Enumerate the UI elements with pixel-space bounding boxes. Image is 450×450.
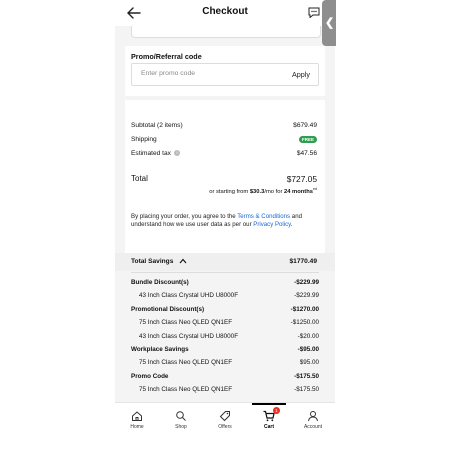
tab-account[interactable]: Account xyxy=(291,403,335,439)
info-icon[interactable]: i xyxy=(173,150,180,156)
privacy-link[interactable]: Privacy Policy xyxy=(253,221,290,228)
legal-notice: By placing your order, you agree to the … xyxy=(131,213,302,228)
promo-code-input[interactable]: Enter promo code Apply xyxy=(131,63,319,86)
promo-title: Promo/Referral code xyxy=(131,52,202,61)
subtotal-label: Subtotal (2 items) xyxy=(131,122,183,129)
promo-placeholder: Enter promo code xyxy=(141,70,196,77)
total-row: Total $727.05 or starting from $30.3/mo … xyxy=(125,174,325,198)
cart-count-badge: 1 xyxy=(273,407,280,414)
total-value: $727.05 xyxy=(286,174,317,184)
savings-label: Total Savings xyxy=(131,258,174,265)
savings-row-label: Workplace Savings xyxy=(131,346,189,353)
tax-value: $47.56 xyxy=(296,150,317,157)
tax-label: Estimated tax xyxy=(131,150,171,157)
tab-label: Offers xyxy=(218,424,232,430)
divider xyxy=(131,272,319,273)
tab-label: Cart xyxy=(263,424,274,430)
tab-label: Home xyxy=(130,424,144,430)
tab-offers[interactable]: Offers xyxy=(203,403,247,439)
savings-row-value: -$229.99 xyxy=(294,292,319,300)
chevron-left-icon: ❮ xyxy=(325,17,335,29)
active-tab-indicator xyxy=(252,403,286,405)
savings-row-value: -$1270.00 xyxy=(290,305,319,313)
savings-row-label: 43 Inch Class Crystal UHD U8000F xyxy=(139,332,239,340)
apply-button[interactable]: Apply xyxy=(292,70,310,79)
financing-text: or starting from $30.3/mo for 24 monthse… xyxy=(209,187,317,195)
savings-row-label: Promo Code xyxy=(131,372,169,380)
savings-row-label: 75 Inch Class Neo QLED QN1EF xyxy=(139,319,233,327)
home-icon xyxy=(132,411,142,421)
savings-row-label: 75 Inch Class Neo QLED QN1EF xyxy=(139,359,233,367)
savings-row-value: -$1250.00 xyxy=(290,319,319,327)
subtotal-value: $679.49 xyxy=(293,122,317,129)
savings-row-value: -$229.99 xyxy=(294,279,319,286)
side-panel-handle[interactable]: ❮ xyxy=(322,0,336,46)
tab-label: Account xyxy=(303,424,323,430)
page-title: Checkout xyxy=(202,6,248,17)
promo-section: Promo/Referral code Enter promo code App… xyxy=(125,46,325,96)
previous-card xyxy=(131,26,321,38)
savings-row-value: -$175.50 xyxy=(294,372,319,380)
person-icon xyxy=(308,411,318,422)
chevron-up-icon[interactable] xyxy=(179,258,187,264)
order-summary: Subtotal (2 items) $679.49 Shipping FREE… xyxy=(125,100,325,254)
savings-row-value: $95.00 xyxy=(299,359,319,367)
tab-cart[interactable]: 1 Cart xyxy=(247,403,291,439)
tab-shop[interactable]: Shop xyxy=(159,403,203,439)
chat-icon[interactable] xyxy=(308,7,320,18)
shipping-label: Shipping xyxy=(131,136,157,143)
savings-row-value: -$95.00 xyxy=(297,346,319,353)
tag-icon xyxy=(219,411,230,422)
tab-label: Shop xyxy=(175,424,187,430)
search-icon xyxy=(176,411,186,421)
bottom-tab-bar: Home Shop Offers 1 Cart Account xyxy=(115,402,335,439)
savings-row-value: -$20.00 xyxy=(297,332,319,340)
header-bar: Checkout xyxy=(115,0,335,26)
savings-row-label: 43 Inch Class Crystal UHD U8000F xyxy=(139,292,239,300)
free-shipping-badge: FREE xyxy=(298,136,317,143)
terms-link[interactable]: Terms & Conditions xyxy=(237,213,290,220)
checkout-screen: Checkout Promo/Referral code Enter promo… xyxy=(115,0,335,450)
savings-row-value: -$175.50 xyxy=(294,386,319,394)
savings-row-label: 75 Inch Class Neo QLED QN1EF xyxy=(139,386,233,394)
tab-home[interactable]: Home xyxy=(115,403,159,439)
total-label: Total xyxy=(131,174,148,183)
savings-row-label: Promotional Discount(s) xyxy=(131,305,205,313)
total-savings-toggle[interactable]: Total Savings $1770.49 xyxy=(115,253,335,271)
checkout-content: Promo/Referral code Enter promo code App… xyxy=(115,26,335,402)
savings-value: $1770.49 xyxy=(289,258,317,265)
savings-row-label: Bundle Discount(s) xyxy=(131,279,189,286)
